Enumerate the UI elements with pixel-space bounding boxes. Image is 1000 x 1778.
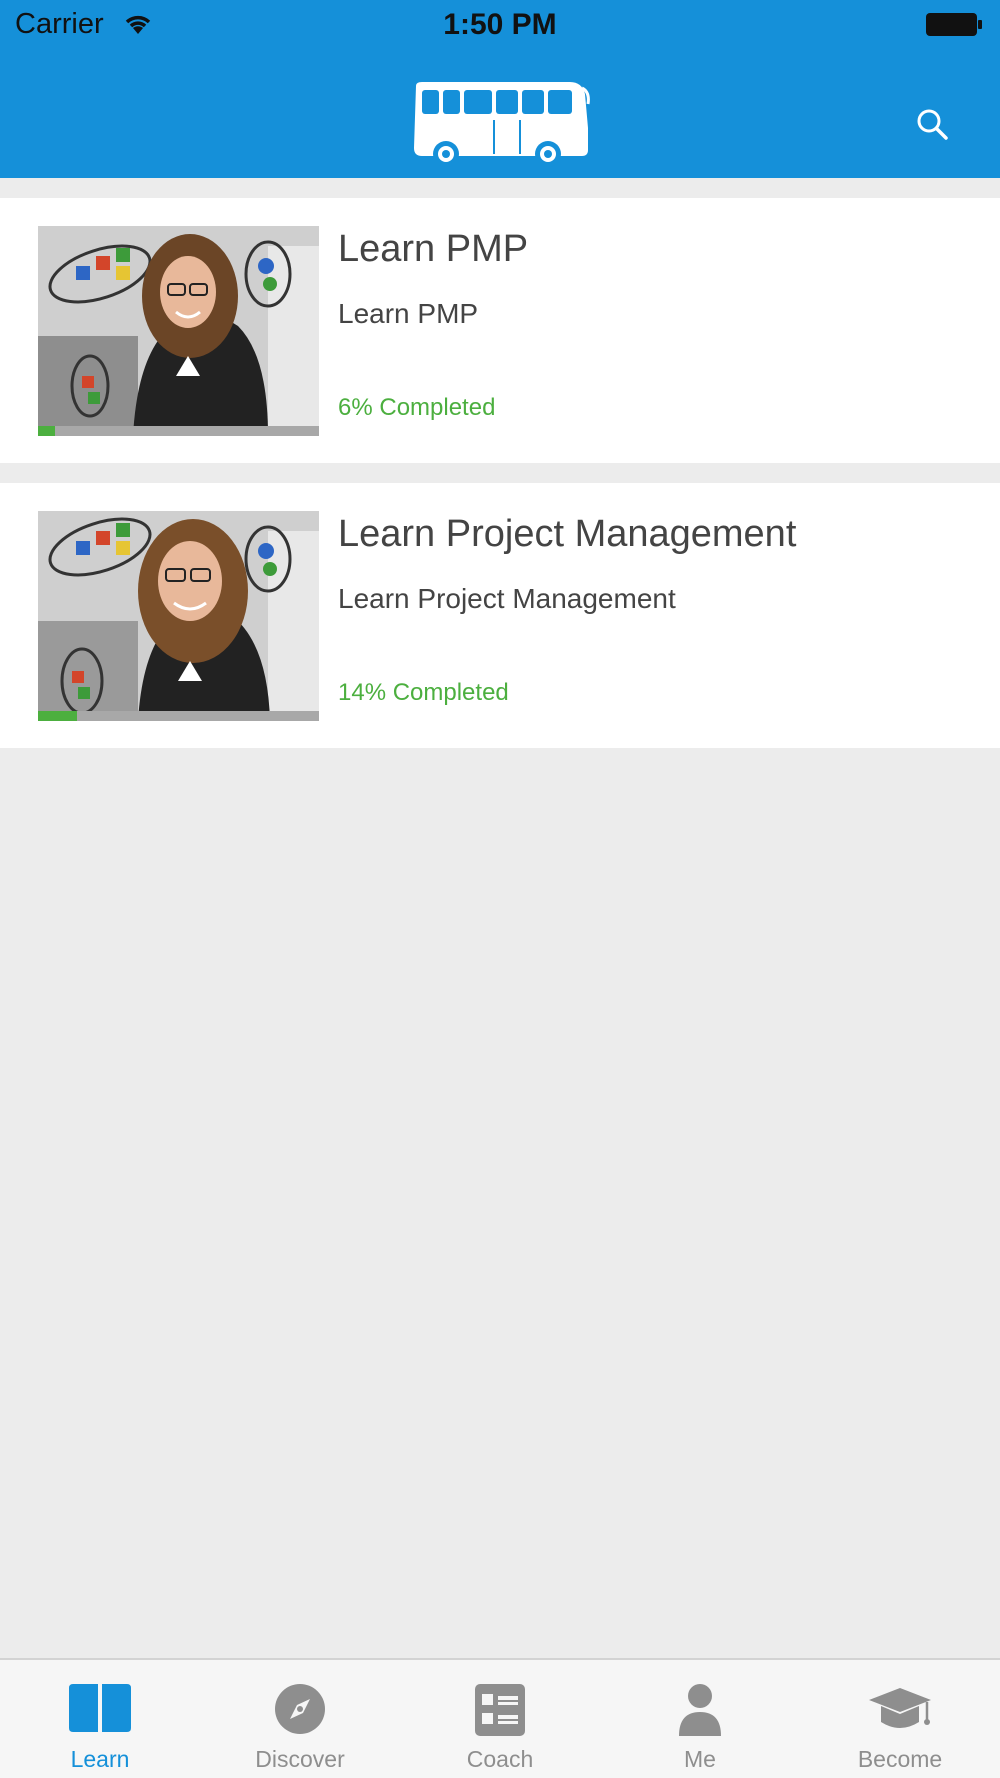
tab-label: Coach: [466, 1746, 534, 1772]
bus-icon: [414, 82, 590, 167]
tab-label: Learn: [70, 1746, 130, 1772]
course-progress-bar: [38, 711, 319, 721]
course-progress-fill: [38, 426, 55, 436]
search-icon: [917, 109, 948, 140]
course-card[interactable]: Learn Project Management Learn Project M…: [0, 483, 1000, 748]
tab-learn[interactable]: Learn: [0, 1660, 200, 1778]
course-thumbnail: [38, 511, 319, 721]
tab-label: Discover: [255, 1746, 345, 1772]
course-subtitle: Learn PMP: [338, 298, 479, 329]
course-progress-label: 6% Completed: [338, 394, 496, 421]
search-button[interactable]: [900, 96, 964, 152]
tab-become[interactable]: Become: [800, 1660, 1000, 1778]
tab-label: Become: [857, 1746, 943, 1772]
book-icon: [69, 1684, 131, 1732]
tab-bar: Learn Discover Coach Me Become: [0, 1658, 1000, 1778]
person-icon: [679, 1684, 721, 1736]
course-thumbnail: [38, 226, 319, 436]
tab-discover[interactable]: Discover: [200, 1660, 400, 1778]
navigation-bar: Carrier 1:50 PM: [0, 0, 1000, 178]
tab-me[interactable]: Me: [600, 1660, 800, 1778]
course-progress-label: 14% Completed: [338, 679, 509, 706]
graduation-cap-icon: [869, 1688, 931, 1728]
course-title: Learn PMP: [338, 228, 529, 270]
course-progress-fill: [38, 711, 78, 721]
status-time: 1:50 PM: [443, 8, 557, 41]
battery-icon: [926, 13, 982, 36]
list-icon: [475, 1684, 525, 1736]
compass-icon: [275, 1684, 325, 1734]
tab-label: Me: [684, 1746, 716, 1772]
course-progress-bar: [38, 426, 319, 436]
tab-coach[interactable]: Coach: [400, 1660, 600, 1778]
course-title: Learn Project Management: [338, 513, 797, 555]
course-card[interactable]: Learn PMP Learn PMP 6% Completed: [0, 198, 1000, 463]
status-bar: Carrier 1:50 PM: [0, 0, 1000, 50]
course-subtitle: Learn Project Management: [338, 583, 676, 614]
